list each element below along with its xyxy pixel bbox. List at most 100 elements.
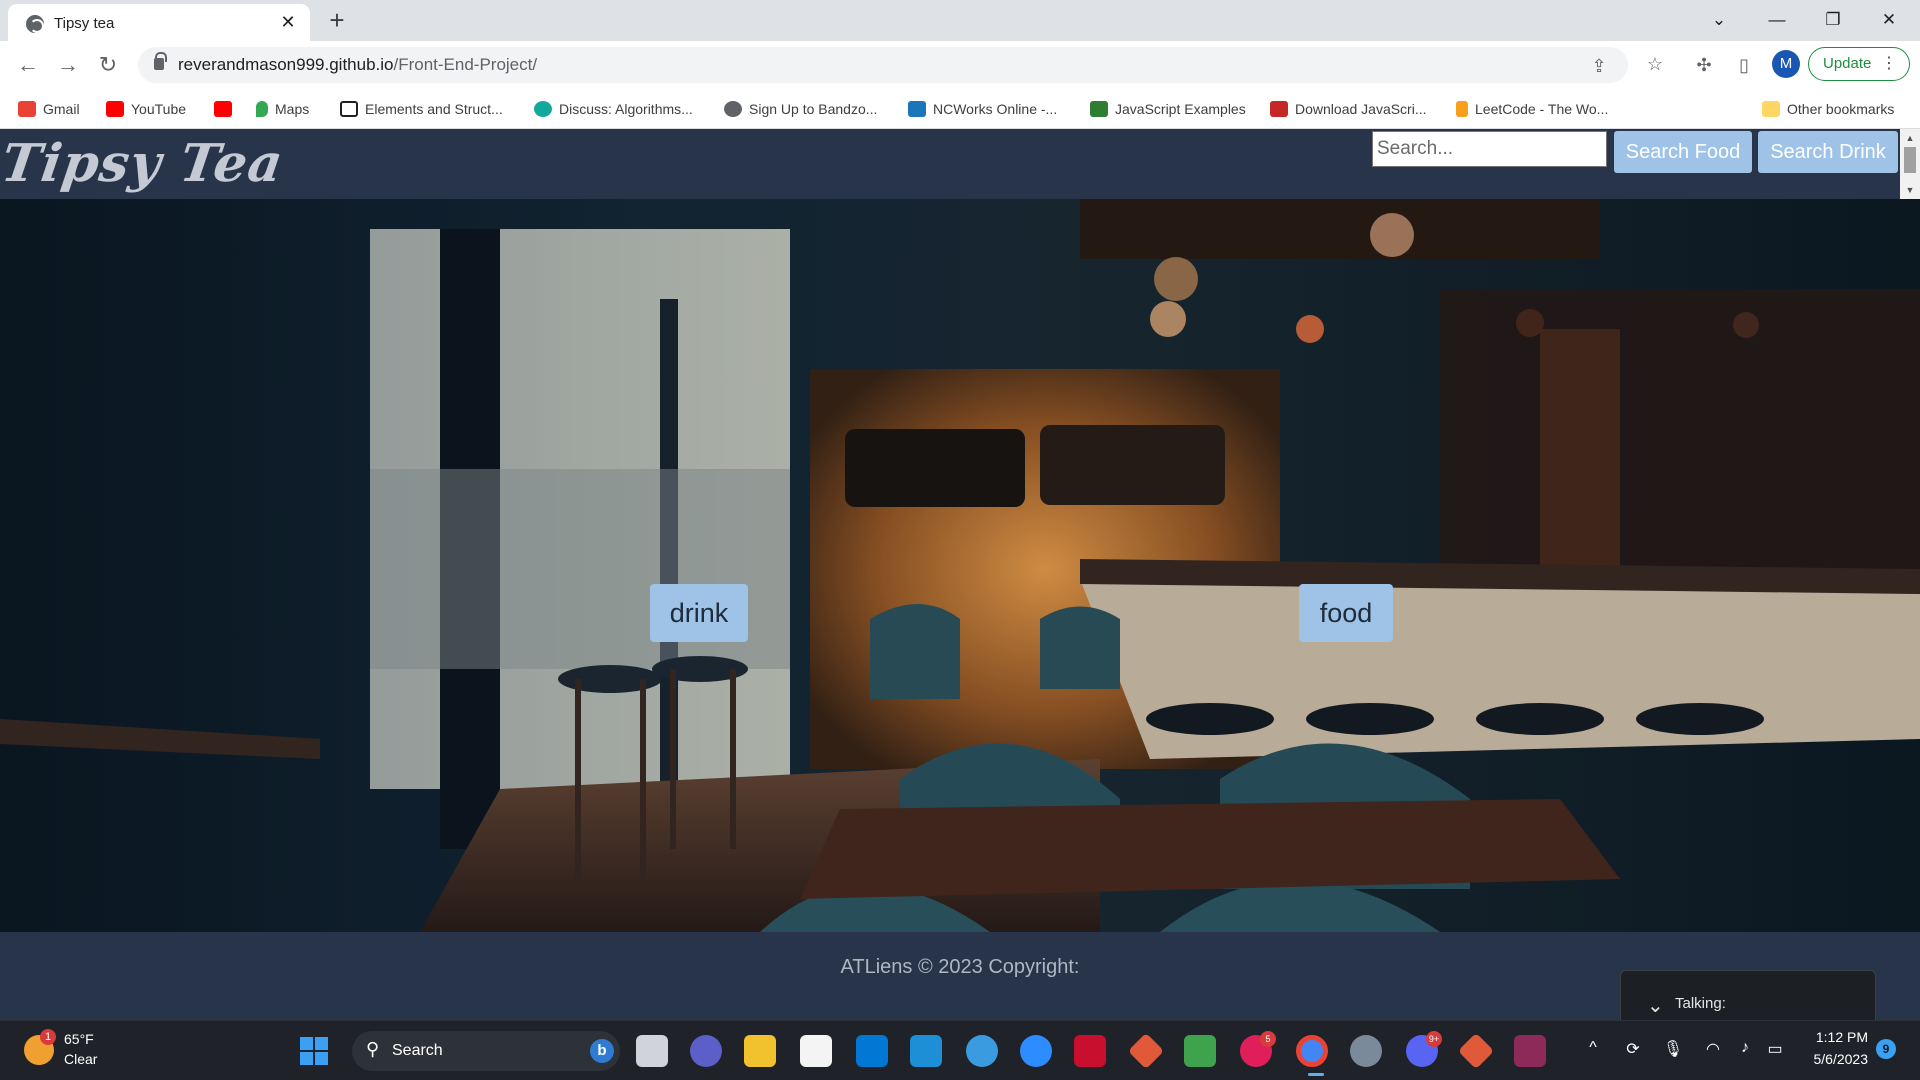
search-food-button[interactable]: Search Food xyxy=(1614,131,1752,173)
clock-date[interactable]: 5/6/2023 xyxy=(1798,1051,1869,1067)
hexagon-check-icon xyxy=(534,101,552,117)
chrome-icon[interactable] xyxy=(1296,1035,1328,1067)
git-gui-icon[interactable] xyxy=(1457,1032,1495,1070)
new-tab-button[interactable]: + xyxy=(322,6,352,36)
back-button[interactable]: ← xyxy=(14,51,42,79)
side-panel-icon[interactable]: ▯ xyxy=(1732,53,1756,77)
microsoft-store-icon[interactable] xyxy=(800,1035,832,1067)
volume-icon[interactable]: ♪ xyxy=(1734,1039,1756,1057)
bookmark-leetcode[interactable]: LeetCode - The Wo... xyxy=(1456,97,1608,121)
maps-pin-icon xyxy=(256,101,268,117)
close-window-button[interactable]: ✕ xyxy=(1866,4,1912,36)
other-bookmarks[interactable]: Other bookmarks xyxy=(1762,97,1894,121)
site-header: Tipsy Tea Search Food Search Drink xyxy=(0,129,1900,199)
url-path: /Front-End-Project/ xyxy=(393,55,538,74)
bookmark-maps[interactable]: Maps xyxy=(256,97,309,121)
bing-icon[interactable]: b xyxy=(590,1039,614,1063)
tab-search-chevron-icon[interactable]: ⌄ xyxy=(1696,4,1742,36)
forward-button[interactable]: → xyxy=(54,51,82,79)
git-icon[interactable] xyxy=(1127,1032,1165,1070)
file-explorer-icon[interactable] xyxy=(744,1035,776,1067)
document-icon xyxy=(340,101,358,117)
w3schools-icon xyxy=(1090,101,1108,117)
minimize-button[interactable]: — xyxy=(1754,4,1800,36)
teams-chat-icon[interactable] xyxy=(690,1035,722,1067)
scroll-down-arrow-icon[interactable]: ▼ xyxy=(1900,183,1920,197)
settings-gear-icon[interactable] xyxy=(1350,1035,1382,1067)
update-button[interactable]: Update ⋮ xyxy=(1808,47,1910,81)
bookmark-youtube[interactable]: YouTube xyxy=(106,97,186,121)
microphone-icon[interactable]: 🎙 xyxy=(1662,1039,1684,1059)
taskbar-search-label: Search xyxy=(392,1042,443,1059)
bookmark-label: Other bookmarks xyxy=(1787,101,1895,117)
ncworks-icon xyxy=(908,101,926,117)
clock-time[interactable]: 1:12 PM xyxy=(1808,1029,1868,1045)
mylab-icon[interactable] xyxy=(910,1035,942,1067)
browser-tab[interactable]: Tipsy tea ✕ xyxy=(8,4,310,41)
bookmark-star-icon[interactable]: ☆ xyxy=(1644,53,1666,75)
restore-button[interactable]: ❐ xyxy=(1810,4,1856,36)
globe-icon xyxy=(724,101,742,117)
food-button[interactable]: food xyxy=(1299,584,1393,642)
bookmark-ncworks[interactable]: NCWorks Online -... xyxy=(908,97,1057,121)
url-text: reverandmason999.github.io/Front-End-Pro… xyxy=(178,55,537,75)
bookmark-elements[interactable]: Elements and Struct... xyxy=(340,97,503,121)
browser-tab-strip: Tipsy tea ✕ + ⌄ — ❐ ✕ xyxy=(0,0,1920,41)
share-icon[interactable]: ⇪ xyxy=(1588,55,1610,77)
download-icon xyxy=(1270,101,1288,117)
windows-start-icon[interactable] xyxy=(300,1037,328,1065)
bookmark-label: YouTube xyxy=(131,101,187,117)
globe-icon xyxy=(26,15,44,33)
site-logo[interactable]: Tipsy Tea xyxy=(0,133,287,194)
search-icon: ⚲ xyxy=(366,1039,380,1059)
winrar-icon[interactable] xyxy=(1514,1035,1546,1067)
chevron-down-icon[interactable]: ⌄ xyxy=(1647,993,1664,1018)
taskbar-search-box[interactable]: ⚲ Search b xyxy=(352,1031,620,1071)
weather-temperature[interactable]: 65°F xyxy=(64,1031,94,1047)
menu-dots-icon[interactable]: ⋮ xyxy=(1881,48,1897,80)
task-view-icon[interactable] xyxy=(636,1035,668,1067)
scroll-thumb[interactable] xyxy=(1904,147,1916,173)
vscode-icon[interactable] xyxy=(856,1035,888,1067)
close-tab-icon[interactable]: ✕ xyxy=(276,10,300,34)
wifi-icon[interactable]: ◠ xyxy=(1702,1039,1724,1059)
nodejs-icon[interactable] xyxy=(1184,1035,1216,1067)
bookmark-javascript-examples[interactable]: JavaScript Examples xyxy=(1090,97,1246,121)
bookmark-bandzoogle[interactable]: Sign Up to Bandzo... xyxy=(724,97,877,121)
bookmark-label: Discuss: Algorithms... xyxy=(559,101,693,117)
page-scrollbar[interactable]: ▲ ▼ xyxy=(1900,129,1920,199)
extensions-icon[interactable]: ✣ xyxy=(1692,53,1716,77)
tab-title: Tipsy tea xyxy=(54,15,115,32)
help-icon[interactable] xyxy=(966,1035,998,1067)
bookmark-label: JavaScript Examples xyxy=(1115,101,1246,117)
folder-icon xyxy=(1762,101,1780,117)
battery-icon[interactable]: ▭ xyxy=(1764,1039,1786,1059)
weather-badge: 1 xyxy=(40,1029,56,1045)
scroll-up-arrow-icon[interactable]: ▲ xyxy=(1900,131,1920,145)
bookmark-discuss[interactable]: Discuss: Algorithms... xyxy=(534,97,693,121)
hero-bar-image: drink food xyxy=(0,199,1920,932)
show-hidden-icons-chevron-icon[interactable]: ^ xyxy=(1582,1039,1604,1057)
reload-button[interactable]: ↻ xyxy=(94,51,122,79)
active-app-indicator xyxy=(1308,1073,1324,1076)
mcafee-icon[interactable] xyxy=(1074,1035,1106,1067)
weather-condition[interactable]: Clear xyxy=(64,1051,97,1067)
youtube-icon xyxy=(214,101,232,117)
drink-button[interactable]: drink xyxy=(650,584,748,642)
bookmarks-bar: Gmail YouTube Maps Elements and Struct..… xyxy=(0,89,1920,129)
notification-count-badge[interactable]: 9 xyxy=(1876,1039,1896,1059)
search-input[interactable] xyxy=(1372,131,1607,167)
profile-avatar[interactable]: M xyxy=(1772,50,1800,78)
bookmark-label: LeetCode - The Wo... xyxy=(1475,101,1609,117)
bookmark-youtube-2[interactable] xyxy=(214,97,239,121)
search-drink-button[interactable]: Search Drink xyxy=(1758,131,1898,173)
address-bar[interactable]: reverandmason999.github.io/Front-End-Pro… xyxy=(138,47,1628,83)
lock-icon xyxy=(154,52,167,70)
zoom-icon[interactable] xyxy=(1020,1035,1052,1067)
sync-icon[interactable]: ⟳ xyxy=(1622,1039,1644,1059)
url-host: reverandmason999.github.io xyxy=(178,55,394,74)
bookmark-gmail[interactable]: Gmail xyxy=(18,97,80,121)
gmail-icon xyxy=(18,101,36,117)
bookmark-download-javascript[interactable]: Download JavaScri... xyxy=(1270,97,1427,121)
bookmark-label: Gmail xyxy=(43,101,80,117)
